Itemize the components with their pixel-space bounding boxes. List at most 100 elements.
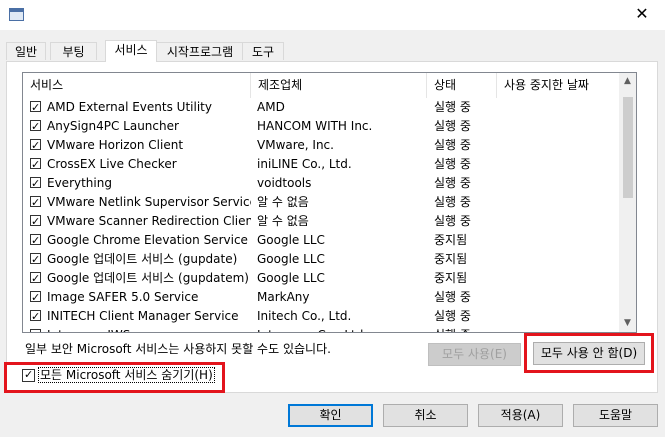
service-disabled-date (504, 288, 623, 307)
scroll-up-arrow-icon[interactable]: ▲ (619, 73, 636, 90)
service-checkbox[interactable] (30, 269, 41, 288)
services-list[interactable]: 서비스 제조업체 상태 사용 중지한 날짜 AMD External Event… (22, 72, 637, 333)
service-disabled-date (504, 307, 623, 326)
table-row[interactable]: AnySign4PC Launcher HANCOM WITH Inc. 실행 중 (23, 117, 623, 136)
table-row[interactable]: VMware Netlink Supervisor Service 알 수 없음 실… (23, 193, 623, 212)
service-name: AMD External Events Utility (47, 100, 212, 114)
disable-all-button[interactable]: 모두 사용 안 함(D) (533, 342, 645, 365)
tab-startup[interactable]: 시작프로그램 (156, 42, 244, 60)
service-vendor: Google LLC (257, 233, 325, 247)
service-status: 실행 중 (434, 157, 471, 171)
service-checkbox[interactable] (30, 231, 41, 250)
column-header-vendor[interactable]: 제조업체 (251, 73, 427, 98)
service-status: 실행 중 (434, 290, 471, 304)
service-disabled-date (504, 117, 623, 136)
service-name: VMware Horizon Client (47, 138, 184, 152)
service-name: AnySign4PC Launcher (47, 119, 179, 133)
table-row[interactable]: Interezen IWS Interezen Co., Ltd. 실행 중 (23, 326, 623, 332)
table-row[interactable]: VMware Scanner Redirection Client 알 수 없음 실… (23, 212, 623, 231)
service-disabled-date (504, 250, 623, 269)
hide-ms-services-label[interactable]: 모든 Microsoft 서비스 숨기기(H) (38, 367, 215, 383)
service-disabled-date (504, 174, 623, 193)
tab-services[interactable]: 서비스 (105, 40, 157, 62)
vertical-scrollbar[interactable]: ▲ ▼ (619, 73, 636, 332)
service-disabled-date (504, 98, 623, 117)
service-disabled-date (504, 136, 623, 155)
tab-general[interactable]: 일반 (6, 42, 46, 60)
service-checkbox[interactable] (30, 155, 41, 174)
service-disabled-date (504, 326, 623, 332)
service-vendor: AMD (257, 100, 285, 114)
service-vendor: 알 수 없음 (257, 214, 309, 228)
service-status: 실행 중 (434, 195, 471, 209)
service-vendor: Google LLC (257, 252, 325, 266)
service-checkbox[interactable] (30, 326, 41, 332)
title-bar: ✕ (0, 0, 665, 30)
service-disabled-date (504, 231, 623, 250)
service-status: 실행 중 (434, 138, 471, 152)
service-status: 중지됨 (434, 271, 468, 285)
service-checkbox[interactable] (30, 193, 41, 212)
service-status: 실행 중 (434, 176, 471, 190)
service-checkbox[interactable] (30, 288, 41, 307)
service-checkbox[interactable] (30, 117, 41, 136)
service-vendor: iniLINE Co., Ltd. (257, 157, 352, 171)
service-name: VMware Netlink Supervisor Service (47, 195, 251, 209)
service-vendor: 알 수 없음 (257, 195, 309, 209)
column-header-service[interactable]: 서비스 (23, 73, 251, 98)
service-name: Interezen IWS (47, 326, 251, 332)
table-row[interactable]: VMware Horizon Client VMware, Inc. 실행 중 (23, 136, 623, 155)
service-status: 실행 중 (434, 100, 471, 114)
service-status: 실행 중 (434, 326, 497, 332)
service-status: 실행 중 (434, 309, 471, 323)
service-vendor: MarkAny (257, 290, 310, 304)
service-vendor: VMware, Inc. (257, 138, 334, 152)
table-row[interactable]: Image SAFER 5.0 Service MarkAny 실행 중 (23, 288, 623, 307)
service-name: Google 업데이트 서비스 (gupdatem) (47, 271, 249, 285)
service-name: Google Chrome Elevation Service (47, 233, 248, 247)
service-status: 실행 중 (434, 119, 471, 133)
service-checkbox[interactable] (30, 174, 41, 193)
enable-all-button[interactable]: 모두 사용(E) (428, 343, 521, 366)
service-disabled-date (504, 269, 623, 288)
apply-button[interactable]: 적용(A) (478, 404, 563, 427)
table-row[interactable]: CrossEX Live Checker iniLINE Co., Ltd. 실행 … (23, 155, 623, 174)
service-checkbox[interactable] (30, 307, 41, 326)
service-checkbox[interactable] (30, 212, 41, 231)
scroll-thumb[interactable] (623, 97, 633, 198)
service-name: VMware Scanner Redirection Client (47, 214, 251, 228)
msconfig-app-icon (9, 8, 24, 21)
table-row[interactable]: AMD External Events Utility AMD 실행 중 (23, 98, 623, 117)
service-vendor: HANCOM WITH Inc. (257, 119, 373, 133)
security-notice: 일부 보안 Microsoft 서비스는 사용하지 못할 수도 있습니다. (25, 342, 331, 356)
service-rows: AMD External Events UtilityAMD실행 중AnySig… (23, 98, 623, 332)
table-row[interactable]: Google 업데이트 서비스 (gupdate) Google LLC 중지됨 (23, 250, 623, 269)
help-button[interactable]: 도움말 (573, 404, 658, 427)
close-button[interactable]: ✕ (619, 0, 665, 30)
column-header-disabled-date[interactable]: 사용 중지한 날짜 (497, 73, 623, 98)
list-header: 서비스 제조업체 상태 사용 중지한 날짜 (23, 73, 623, 98)
service-name: CrossEX Live Checker (47, 157, 177, 171)
service-vendor: Google LLC (257, 271, 325, 285)
column-header-status[interactable]: 상태 (427, 73, 497, 98)
table-row[interactable]: INITECH Client Manager Service Initech Co… (23, 307, 623, 326)
service-name: Image SAFER 5.0 Service (47, 290, 199, 304)
cancel-button[interactable]: 취소 (383, 404, 468, 427)
tab-tools[interactable]: 도구 (242, 42, 284, 60)
service-name: INITECH Client Manager Service (47, 309, 239, 323)
table-row[interactable]: Google Chrome Elevation Service Google LL… (23, 231, 623, 250)
hide-ms-services-checkbox[interactable] (22, 367, 35, 383)
table-row[interactable]: Google 업데이트 서비스 (gupdatem) Google LLC 중지됨 (23, 269, 623, 288)
ok-button[interactable]: 확인 (288, 404, 373, 427)
scroll-down-arrow-icon[interactable]: ▼ (619, 315, 636, 332)
service-checkbox[interactable] (30, 98, 41, 117)
service-status: 중지됨 (434, 233, 468, 247)
service-status: 실행 중 (434, 214, 471, 228)
service-disabled-date (504, 212, 623, 231)
service-vendor: Initech Co., Ltd. (257, 309, 352, 323)
tab-boot[interactable]: 부팅 (50, 42, 97, 60)
table-row[interactable]: Everything voidtools 실행 중 (23, 174, 623, 193)
service-checkbox[interactable] (30, 250, 41, 269)
service-checkbox[interactable] (30, 136, 41, 155)
service-vendor: Interezen Co., Ltd. (257, 326, 427, 332)
